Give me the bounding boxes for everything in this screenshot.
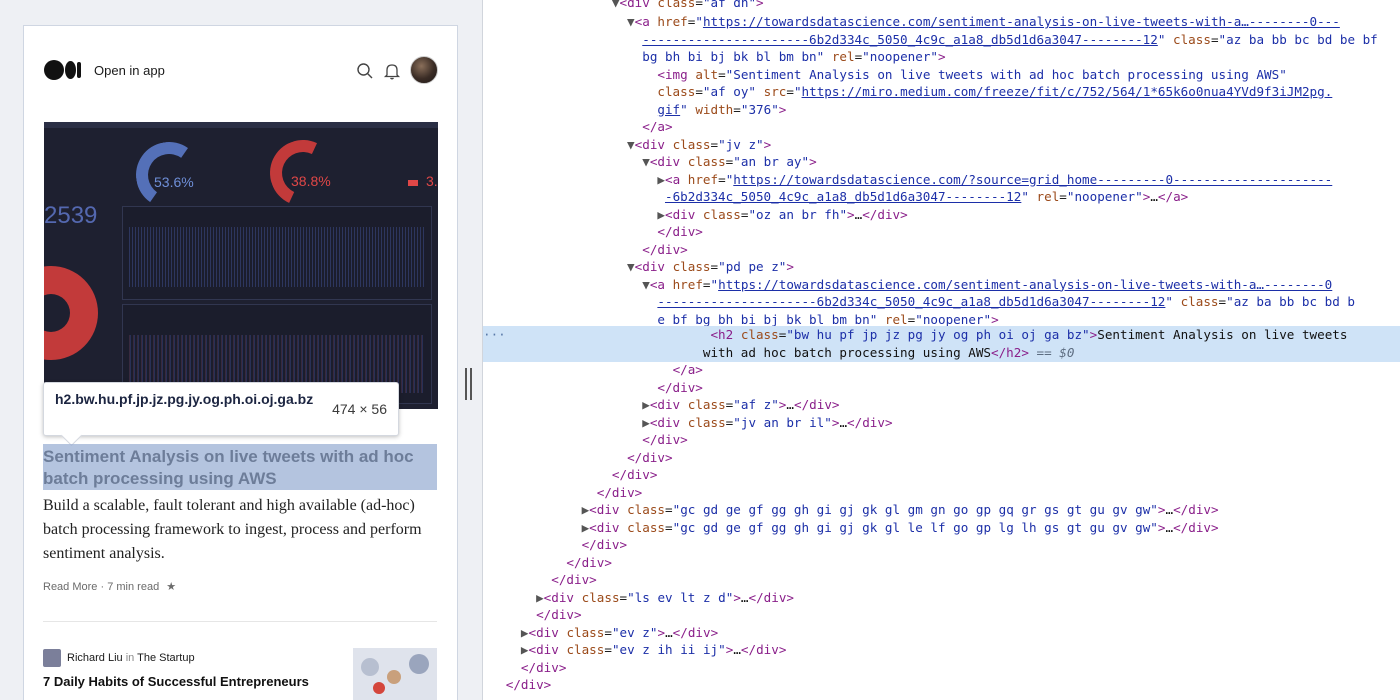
dom-node[interactable]: ▼<div class="pd pe z"> bbox=[483, 258, 1400, 275]
avatar[interactable] bbox=[410, 56, 438, 84]
dom-node-close[interactable]: </div> bbox=[483, 379, 1400, 396]
dom-node[interactable]: ▶<div class="gc gd ge gf gg gh gi gj gk … bbox=[483, 501, 1400, 518]
gauge-value: 53.6% bbox=[154, 174, 194, 190]
medium-logo-icon[interactable] bbox=[44, 60, 82, 80]
dom-node[interactable]: ▶<div class="jv an br il">…</div> bbox=[483, 414, 1400, 431]
dashboard-donut-chart bbox=[44, 266, 98, 360]
read-time: 7 min read bbox=[107, 581, 160, 593]
dom-node-continuation: ----------------------6b2d334c_5050_4c9c… bbox=[642, 31, 1378, 47]
dom-node-continuation: -6b2d334c_5050_4c9c_a1a8_db5d1d6a3047---… bbox=[664, 189, 1189, 204]
article-hero-image[interactable]: 53.6% 38.8% 3. 2539 bbox=[44, 122, 438, 409]
dom-node[interactable]: ▶<div class="oz an br fh">…</div> bbox=[483, 206, 1400, 223]
article-description: Build a scalable, fault tolerant and hig… bbox=[43, 497, 422, 562]
dom-node-close[interactable]: </div> bbox=[483, 431, 1400, 448]
dom-node[interactable]: ▶<div class="ev z">…</div> bbox=[483, 624, 1400, 641]
next-article-thumbnail[interactable] bbox=[353, 648, 437, 700]
dom-node-close[interactable]: </div> bbox=[483, 536, 1400, 553]
publication-name[interactable]: The Startup bbox=[137, 652, 194, 664]
dom-node-close[interactable]: </div> bbox=[483, 466, 1400, 483]
dom-node-continuation: bg bh bi bj bk bl bm bn" rel="noopener"> bbox=[642, 49, 946, 64]
tooltip-selector: h2.bw.hu.pf.jp.jz.pg.jy.og.ph.oi.oj.ga.b… bbox=[55, 391, 314, 407]
dom-node-close[interactable]: </div> bbox=[483, 659, 1400, 676]
dom-node[interactable]: ▼<a href="https://towardsdatascience.com… bbox=[483, 13, 1400, 30]
dom-node-continuation: gif" width="376"> bbox=[657, 101, 787, 117]
devtools-elements-panel: ▼<div class="af dn"> ▼<a href="https://t… bbox=[483, 0, 1400, 700]
dom-node-close[interactable]: </div> bbox=[483, 554, 1400, 571]
gauge-value: 38.8% bbox=[291, 173, 331, 189]
dom-node-close[interactable]: </a> bbox=[483, 118, 1400, 135]
dom-node[interactable]: ▶<div class="af z">…</div> bbox=[483, 396, 1400, 413]
dom-node[interactable]: ▶<div class="ev z ih ii ij">…</div> bbox=[483, 641, 1400, 658]
medium-topbar: Open in app bbox=[24, 26, 457, 114]
dom-node-close[interactable]: </div> bbox=[483, 484, 1400, 501]
divider bbox=[43, 621, 437, 622]
star-icon[interactable]: ★ bbox=[166, 581, 176, 593]
dom-node[interactable]: <img alt="Sentiment Analysis on live twe… bbox=[483, 66, 1400, 83]
author-line: Richard Liu in The Startup bbox=[67, 652, 195, 664]
resize-handle[interactable] bbox=[465, 368, 474, 400]
element-inspect-tooltip: h2.bw.hu.pf.jp.jz.pg.jy.og.ph.oi.oj.ga.b… bbox=[43, 382, 399, 436]
read-more-link[interactable]: Read More bbox=[43, 581, 97, 593]
dom-node-close[interactable]: </div> bbox=[483, 241, 1400, 258]
tooltip-dimensions: 474 × 56 bbox=[332, 401, 387, 417]
mobile-page: Open in app 53.6% 38.8% 3. 2539 bbox=[23, 25, 458, 700]
dom-node-close[interactable]: </div> bbox=[483, 676, 1400, 693]
dom-node-selected[interactable]: ··· <h2 class="bw hu pf jp jz pg jy og p… bbox=[483, 325, 1400, 344]
dom-node-continuation: ---------------------6b2d334c_5050_4c9c_… bbox=[657, 294, 1356, 309]
dashboard-big-number: 2539 bbox=[44, 202, 98, 229]
gauge-value: 3. bbox=[426, 173, 438, 189]
search-icon[interactable] bbox=[354, 60, 376, 82]
dom-node-close[interactable]: </div> bbox=[483, 223, 1400, 240]
mobile-preview-pane: Open in app 53.6% 38.8% 3. 2539 h2.bw.hu… bbox=[0, 0, 482, 700]
dom-node[interactable]: ▼<a href="https://towardsdatascience.com… bbox=[483, 276, 1400, 293]
dom-node[interactable]: ▶<div class="gc gd ge gf gg gh gi gj gk … bbox=[483, 519, 1400, 536]
dom-node-continuation: class="af oy" src="https://miro.medium.c… bbox=[657, 84, 1333, 99]
author-name[interactable]: Richard Liu bbox=[67, 652, 123, 664]
dom-node-close[interactable]: </a> bbox=[483, 361, 1400, 378]
dom-node-selected-continuation[interactable]: with ad hoc batch processing using AWS</… bbox=[483, 343, 1400, 362]
dom-node[interactable]: ▼<div class="an br ay"> bbox=[483, 153, 1400, 170]
bell-icon[interactable] bbox=[381, 60, 403, 82]
dom-node-close[interactable]: </div> bbox=[483, 606, 1400, 623]
open-in-app-link[interactable]: Open in app bbox=[94, 63, 165, 78]
next-article-title[interactable]: 7 Daily Habits of Successful Entrepreneu… bbox=[43, 674, 309, 689]
author-avatar[interactable] bbox=[43, 649, 61, 667]
dom-node[interactable]: ▶<div class="ls ev lt z d">…</div> bbox=[483, 589, 1400, 606]
dom-node[interactable]: ▶<a href="https://towardsdatascience.com… bbox=[483, 171, 1400, 188]
article-title[interactable]: Sentiment Analysis on live tweets with a… bbox=[43, 446, 443, 490]
dom-node-close[interactable]: </div> bbox=[483, 571, 1400, 588]
dom-node[interactable]: ▼<div class="jv z"> bbox=[483, 136, 1400, 153]
dom-node-close[interactable]: </div> bbox=[483, 449, 1400, 466]
article-meta: Read More · 7 min read ★ bbox=[43, 581, 177, 593]
dashboard-timeseries-panel bbox=[122, 206, 432, 300]
dom-node[interactable]: ▼<div class="af dn"> bbox=[483, 0, 1400, 11]
